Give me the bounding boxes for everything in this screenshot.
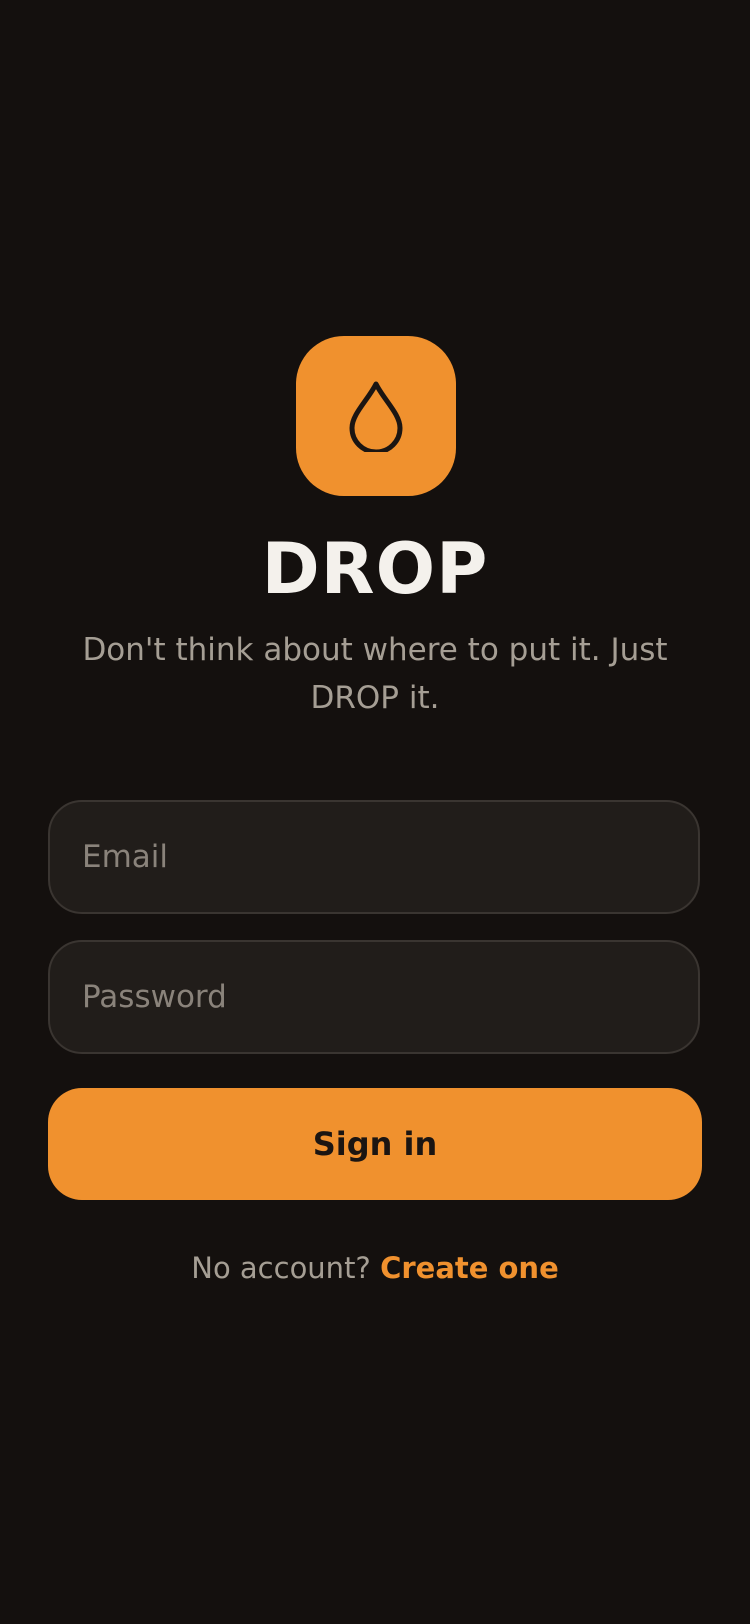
sign-in-screen: DROP Don't think about where to put it. … xyxy=(0,0,750,1624)
app-title: DROP xyxy=(261,528,489,610)
signup-prompt: No account? xyxy=(191,1251,371,1285)
app-logo xyxy=(296,336,456,496)
create-account-link[interactable]: Create one xyxy=(380,1251,559,1285)
signup-row: No account? Create one xyxy=(0,1246,750,1290)
sign-in-button[interactable]: Sign in xyxy=(48,1088,702,1200)
drop-icon xyxy=(349,381,403,452)
email-field[interactable] xyxy=(48,800,700,914)
app-tagline: Don't think about where to put it. Just … xyxy=(82,632,668,716)
password-input[interactable] xyxy=(82,942,698,1052)
email-input[interactable] xyxy=(82,802,698,912)
password-field[interactable] xyxy=(48,940,700,1054)
